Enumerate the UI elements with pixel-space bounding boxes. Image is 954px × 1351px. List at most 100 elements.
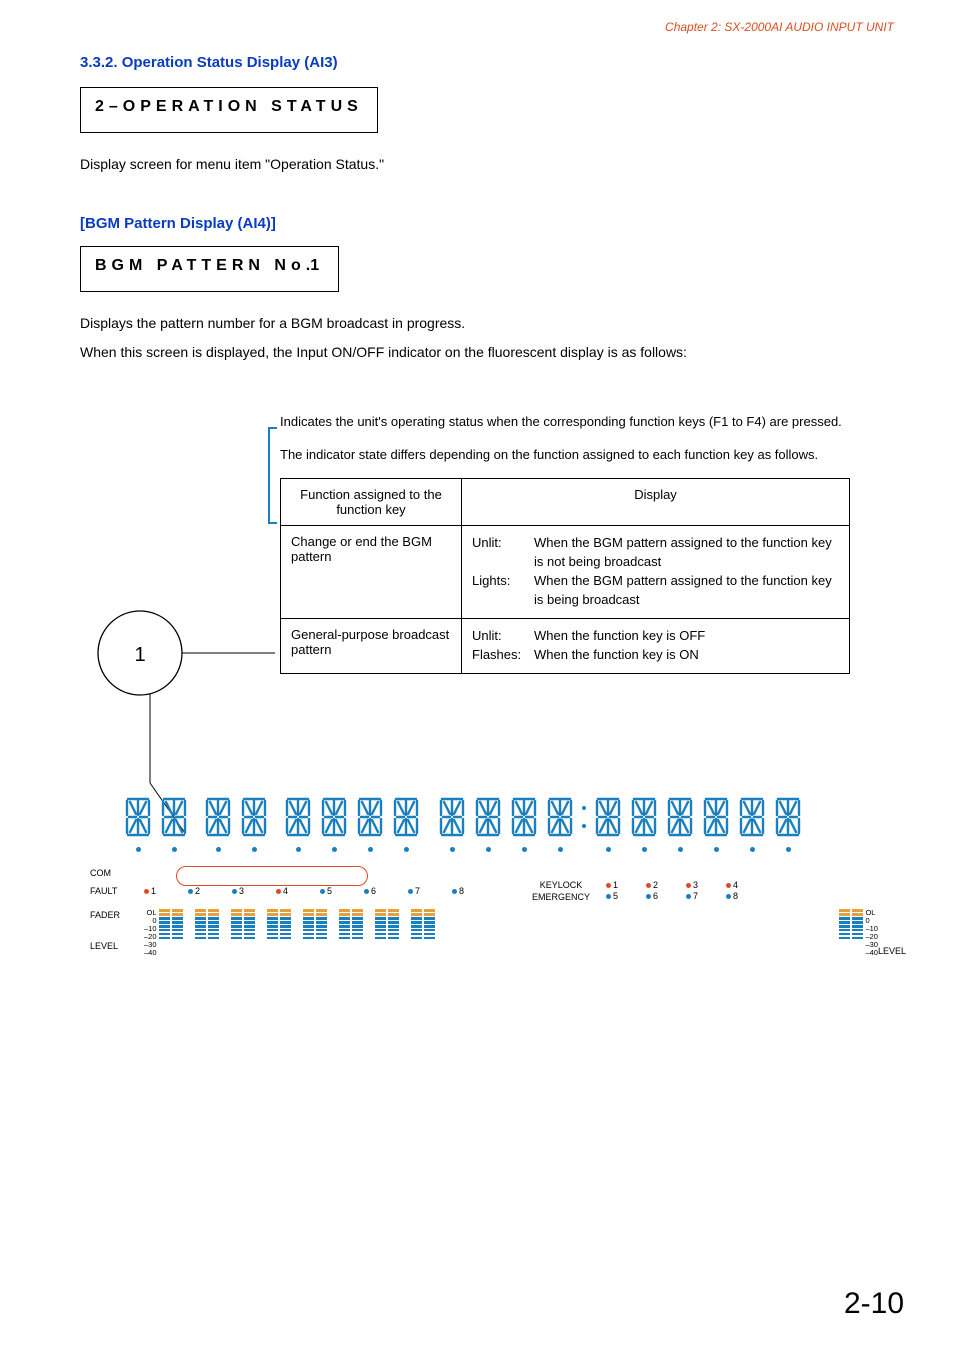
meter-segment: [231, 933, 242, 936]
level-meter-bar: [411, 909, 422, 939]
meter-segment: [316, 933, 327, 936]
meter-segment: [375, 921, 386, 924]
meter-segment: [244, 933, 255, 936]
meter-segment: [375, 917, 386, 920]
highlight-box: [176, 866, 368, 886]
label-keylock: KEYLOCK: [516, 879, 606, 891]
segment-glyph-icon: [158, 795, 190, 839]
meter-segment: [852, 921, 863, 924]
indicator-dot-icon: [678, 847, 683, 852]
input-meter-7: [375, 909, 399, 939]
page-number: 2-10: [844, 1287, 904, 1321]
level-meter-bar: [852, 909, 863, 939]
meter-segment: [231, 917, 242, 920]
level-meter-bar: [339, 909, 350, 939]
segment-glyph-icon: [472, 795, 504, 839]
meter-segment: [267, 925, 278, 928]
kv-val: When the function key is OFF: [534, 627, 839, 646]
led-icon: [646, 894, 651, 899]
meter-segment: [195, 933, 206, 936]
meter-segment: [339, 917, 350, 920]
meter-segment: [424, 909, 435, 912]
chapter-header: Chapter 2: SX-2000AI AUDIO INPUT UNIT: [80, 20, 894, 34]
level-meter-bar: [267, 909, 278, 939]
segment-glyph-icon: [436, 795, 468, 839]
input-meter-6: [339, 909, 363, 939]
input-meter-1: [159, 909, 183, 939]
bgm-description-2: When this screen is displayed, the Input…: [80, 343, 894, 363]
colon-icon: [580, 799, 588, 835]
indicator-dot-icon: [522, 847, 527, 852]
meter-segment: [280, 917, 291, 920]
meter-segment: [424, 937, 435, 940]
segment-glyph-icon: [664, 795, 696, 839]
meter-segment: [424, 921, 435, 924]
meter-segment: [231, 921, 242, 924]
table-head-function: Function assigned to the function key: [281, 479, 462, 526]
segment-glyph-icon: [202, 795, 234, 839]
level-meter-bar: [303, 909, 314, 939]
meter-segment: [172, 929, 183, 932]
meter-segment: [267, 913, 278, 916]
label-fader: FADER: [90, 909, 144, 922]
table-head-display: Display: [462, 479, 850, 526]
meter-segment: [172, 913, 183, 916]
callout-block: Indicates the unit's operating status wh…: [80, 413, 894, 963]
meter-segment: [244, 913, 255, 916]
meter-segment: [839, 933, 850, 936]
meter-segment: [839, 909, 850, 912]
meter-segment: [411, 909, 422, 912]
meter-segment: [280, 909, 291, 912]
indicator-dot-icon: [172, 847, 177, 852]
meter-segment: [375, 909, 386, 912]
meter-segment: [411, 921, 422, 924]
meter-segment: [267, 917, 278, 920]
segment-glyph-icon: [772, 795, 804, 839]
indicator-dot-icon: [786, 847, 791, 852]
segment-glyph-icon: [122, 795, 154, 839]
meter-segment: [195, 909, 206, 912]
led-icon: [686, 894, 691, 899]
label-level-left: LEVEL: [90, 940, 144, 953]
callout-lead-1: Indicates the unit's operating status wh…: [280, 413, 894, 432]
meter-segment: [424, 913, 435, 916]
meter-segment: [852, 937, 863, 940]
meter-segment: [280, 937, 291, 940]
meter-scale-left: OL0–10–20–30–40: [144, 909, 157, 956]
meter-segment: [195, 925, 206, 928]
kv-val: When the BGM pattern assigned to the fun…: [534, 572, 839, 610]
meter-segment: [195, 921, 206, 924]
meter-segment: [424, 933, 435, 936]
indicator-dot-icon: [216, 847, 221, 852]
label-level-right: LEVEL: [878, 946, 906, 957]
meter-segment: [316, 917, 327, 920]
meter-segment: [244, 925, 255, 928]
meter-segment: [267, 937, 278, 940]
table-row: Change or end the BGM pattern Unlit:When…: [281, 526, 850, 618]
segment-display-row: [86, 795, 906, 839]
meter-segment: [244, 921, 255, 924]
status-pair: 48: [726, 880, 766, 903]
meter-segment: [208, 909, 219, 912]
meter-segment: [852, 929, 863, 932]
fault-indicator-3: 3: [232, 886, 276, 896]
meter-segment: [231, 909, 242, 912]
meter-segment: [839, 937, 850, 940]
segment-under-dots: [86, 839, 906, 857]
meter-segment: [388, 937, 399, 940]
kv-key: Unlit:: [472, 534, 534, 572]
meter-segment: [267, 921, 278, 924]
led-icon: [144, 889, 149, 894]
indicator-dot-icon: [714, 847, 719, 852]
meter-segment: [424, 925, 435, 928]
led-icon: [452, 889, 457, 894]
meter-segment: [159, 909, 170, 912]
segment-glyph-icon: [700, 795, 732, 839]
lcd-bgm-prefix: BGM PATTERN No: [95, 257, 306, 274]
meter-segment: [231, 925, 242, 928]
output-level-meter: [839, 909, 863, 939]
meter-segment: [195, 929, 206, 932]
meter-segment: [839, 917, 850, 920]
meter-segment: [352, 929, 363, 932]
bgm-description-1: Displays the pattern number for a BGM br…: [80, 314, 894, 334]
